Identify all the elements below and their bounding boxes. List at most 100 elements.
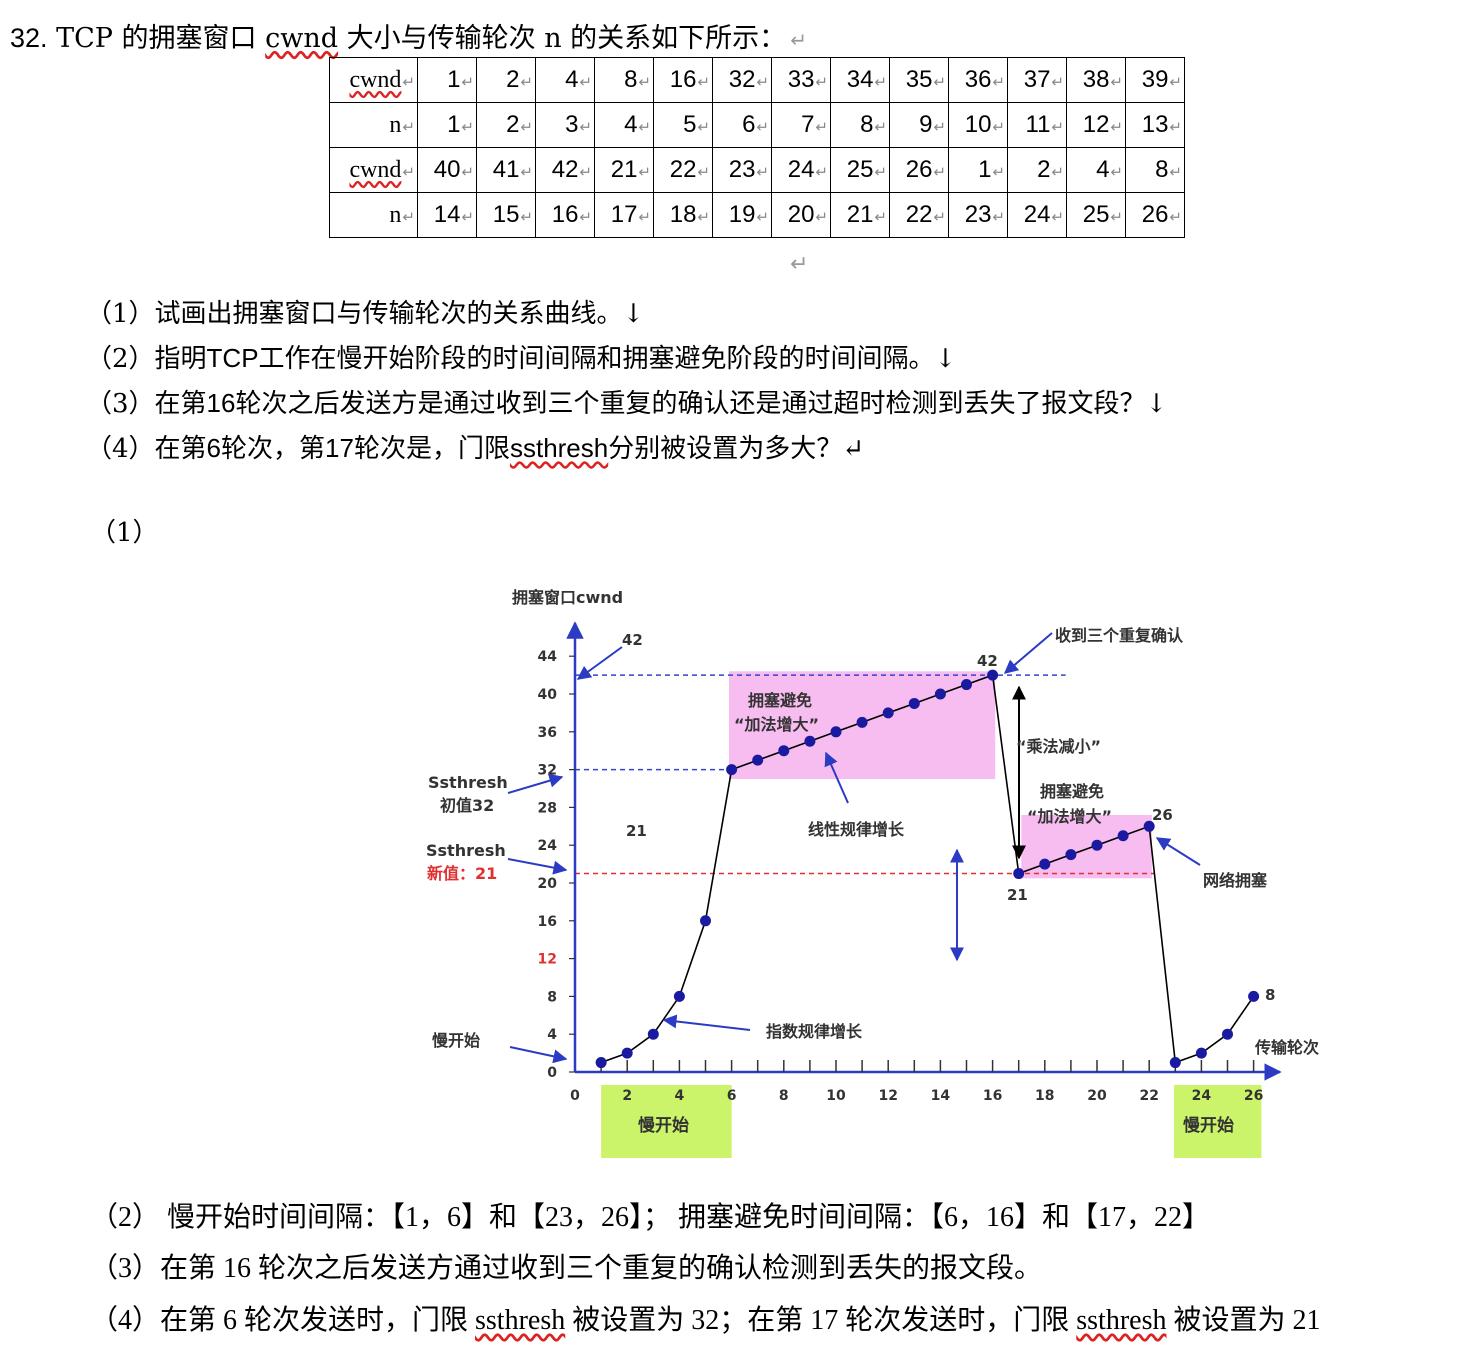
x-tick-label: 2 xyxy=(622,1088,632,1104)
data-point xyxy=(1091,839,1103,851)
subquestion-3-post: 轮次之后发送方是通过收到三个重复的确认还是通过超时检测到丢失了报文段？↓ xyxy=(235,389,1168,419)
x-tick-label: 16 xyxy=(983,1088,1002,1104)
table-cell: 35↵ xyxy=(889,57,949,103)
mult-decrease-label: “乘法减小” xyxy=(1016,737,1101,756)
table-cell: 16↵ xyxy=(535,192,595,238)
three-dup-ack-label: 收到三个重复确认 xyxy=(1055,626,1184,645)
slow-start-left-label: 慢开始 xyxy=(432,1031,480,1050)
label-21-point: 21 xyxy=(1007,886,1028,904)
slow-start-left-arrow xyxy=(509,1046,568,1064)
answer-4-part1: （4）在第 6 轮次发送时，门限 xyxy=(90,1305,476,1336)
table-cell: 4↵ xyxy=(535,57,595,103)
data-point xyxy=(647,1028,659,1040)
table-row-label: cwnd↵ xyxy=(329,57,418,103)
data-point xyxy=(726,764,738,776)
table-row-label: n↵ xyxy=(329,192,418,238)
data-point xyxy=(1013,868,1025,880)
linear-growth-label: 线性规律增长 xyxy=(808,820,905,839)
slow-start-box1-label: 慢开始 xyxy=(638,1115,689,1136)
x-tick-label: 18 xyxy=(1035,1088,1054,1104)
table-cell: 19↵ xyxy=(712,192,772,238)
x-tick-label: 12 xyxy=(878,1088,897,1104)
x-tick-label: 4 xyxy=(675,1088,685,1104)
x-tick-label: 8 xyxy=(779,1088,789,1104)
peak2-label: 26 xyxy=(1152,806,1173,824)
data-point xyxy=(752,754,764,766)
x-tick-label: 10 xyxy=(826,1088,846,1104)
x-tick-label: 20 xyxy=(1087,1088,1107,1104)
question-number: 32. xyxy=(10,23,48,53)
data-point xyxy=(856,716,868,728)
data-point xyxy=(700,915,711,927)
data-point xyxy=(1039,858,1051,870)
table-cell: 23↵ xyxy=(948,192,1008,238)
y-tick-label: 36 xyxy=(538,725,557,741)
answer-4-ssthresh-1: ssthresh xyxy=(475,1305,566,1336)
table-cell: 37↵ xyxy=(1007,57,1067,103)
table-cell: 39↵ xyxy=(1125,57,1185,103)
subquestion-3-num: 16 xyxy=(206,388,236,418)
data-point xyxy=(1169,1057,1181,1069)
x-tick-label: 22 xyxy=(1139,1088,1158,1104)
answer-4-part3: 被设置为 21 xyxy=(1166,1305,1321,1336)
subquestion-2-post: 工作在慢开始阶段的时间间隔和拥塞避免阶段的时间间隔。↓ xyxy=(258,344,957,374)
table-cell: 26↵ xyxy=(1125,192,1185,238)
x-tick-label: 26 xyxy=(1244,1088,1263,1104)
subquestion-4: （4）在第6轮次，第17轮次是，门限ssthresh分别被设置为多大？↵ xyxy=(86,428,864,465)
x-tick-label: 24 xyxy=(1192,1088,1212,1104)
table-row: cwnd↵ 1↵ 2↵ 4↵ 8↵ 16↵ 32↵ 33↵ 34↵ 35↵ 36↵ 37↵ 38↵ 39↵ xyxy=(329,57,1185,103)
table-row-label: cwnd↵ xyxy=(329,147,418,193)
table-cell: 42↵ xyxy=(535,147,595,193)
table-cell: 24↵ xyxy=(771,147,831,193)
table-cell: 32↵ xyxy=(712,57,772,103)
table-cell: 7↵ xyxy=(771,102,831,148)
ssthresh-new-line1: Ssthresh xyxy=(426,841,506,860)
data-point xyxy=(621,1047,633,1059)
table-cell: 33↵ xyxy=(771,57,831,103)
table-cell: 40↵ xyxy=(417,147,477,193)
table-cell: 38↵ xyxy=(1066,57,1126,103)
slow-start-box2-label: 慢开始 xyxy=(1183,1115,1234,1136)
table-cell: 3↵ xyxy=(535,102,595,148)
exp-growth-label: 指数规律增长 xyxy=(766,1022,863,1041)
y-tick-label: 24 xyxy=(538,838,558,854)
subquestion-4-ssthresh: ssthresh xyxy=(509,433,609,463)
table-cell: 21↵ xyxy=(594,147,654,193)
data-point xyxy=(830,726,842,738)
table-cell: 2↵ xyxy=(1007,147,1067,193)
question-title-cwnd: cwnd xyxy=(265,23,339,54)
table-row: n↵ 14↵ 15↵ 16↵ 17↵ 18↵ 19↵ 20↵ 21↵ 22↵ 23↵ 24↵ 25↵ 26… xyxy=(329,192,1185,238)
table-cell: 26↵ xyxy=(889,147,949,193)
table-cell: 17↵ xyxy=(594,192,654,238)
subquestion-3-pre: （3）在第 xyxy=(86,389,207,419)
data-point xyxy=(804,735,816,747)
subquestion-4-n2: 17 xyxy=(325,433,354,463)
ssthresh-new-arrow xyxy=(507,858,568,875)
table-cell: 34↵ xyxy=(830,57,890,103)
y-tick-label: 4 xyxy=(547,1027,557,1043)
answer-4: （4）在第 6 轮次发送时，门限 ssthresh 被设置为 32；在第 17 … xyxy=(90,1298,1321,1338)
table-cell: 8↵ xyxy=(594,57,654,103)
table-cell: 24↵ xyxy=(1007,192,1067,238)
subquestion-2: （2）指明TCP工作在慢开始阶段的时间间隔和拥塞避免阶段的时间间隔。↓ xyxy=(86,338,956,375)
y-tick-label: 32 xyxy=(538,763,557,779)
table-cell: 1↵ xyxy=(417,57,477,103)
table-cell: 23↵ xyxy=(712,147,772,193)
table-row: cwnd↵ 40↵ 41↵ 42↵ 21↵ 22↵ 23↵ 24↵ 25↵ 26↵ 1↵ 2↵ 4↵ 8↵ xyxy=(329,147,1185,193)
table-cell: 1↵ xyxy=(948,147,1008,193)
ssthresh-init-arrow xyxy=(507,773,564,794)
ca2-line2: “加法增大” xyxy=(1027,807,1112,826)
x-tick-label: 0 xyxy=(570,1088,580,1104)
table-cell: 9↵ xyxy=(889,102,949,148)
three-dup-ack-arrow xyxy=(1003,632,1053,674)
y-tick-label: 16 xyxy=(538,914,557,930)
table-cell: 18↵ xyxy=(653,192,713,238)
table-cell: 22↵ xyxy=(653,147,713,193)
table-cell: 2↵ xyxy=(476,102,536,148)
peak-label: 42 xyxy=(977,652,998,670)
subquestion-2-pre: （2）指明 xyxy=(86,344,207,374)
table-cell: 36↵ xyxy=(948,57,1008,103)
congestion-label: 网络拥塞 xyxy=(1203,871,1268,890)
table-cell: 13↵ xyxy=(1125,102,1185,148)
table-cell: 25↵ xyxy=(830,147,890,193)
